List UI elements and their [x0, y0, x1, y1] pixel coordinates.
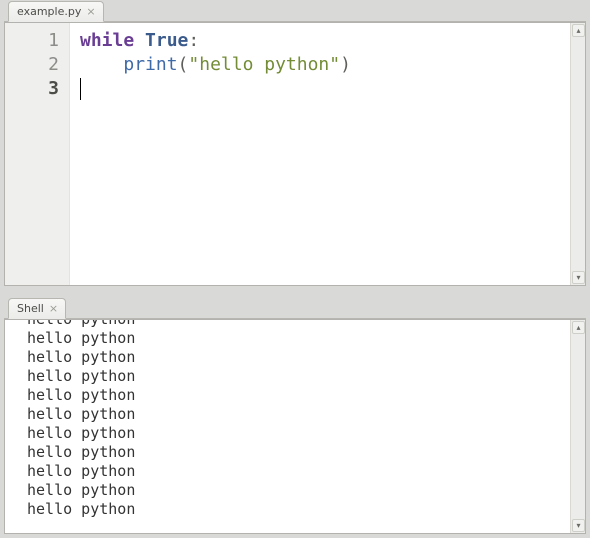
shell-output-line: hello python: [27, 443, 570, 462]
line-number: 1: [5, 29, 59, 53]
shell-tab-row: Shell ×: [4, 297, 586, 319]
line-number: 3: [5, 77, 59, 101]
scroll-up-icon[interactable]: ▴: [572, 321, 585, 334]
close-icon[interactable]: ×: [49, 303, 58, 314]
tab-label: example.py: [17, 5, 81, 18]
shell-output-line: hello python: [27, 367, 570, 386]
shell-output-line: hello python: [27, 500, 570, 519]
shell-output-line: hello python: [27, 329, 570, 348]
shell-output-line: hello python: [27, 386, 570, 405]
editor-tab-row: example.py ×: [4, 0, 586, 22]
shell-output-line: hello python: [27, 424, 570, 443]
code-area[interactable]: while True: print("hello python"): [70, 23, 570, 285]
scroll-down-icon[interactable]: ▾: [572, 519, 585, 532]
editor-panel: example.py × 123 while True: print("hell…: [4, 0, 586, 286]
line-number-gutter: 123: [5, 23, 70, 285]
editor-scrollbar[interactable]: ▴ ▾: [570, 23, 585, 285]
close-icon[interactable]: ×: [86, 6, 95, 17]
shell-output-line: hello python: [27, 405, 570, 424]
shell-panel: Shell × hello pythonhello pythonhello py…: [4, 297, 586, 534]
shell-output-line: hello python: [27, 462, 570, 481]
scroll-up-icon[interactable]: ▴: [572, 24, 585, 37]
scroll-down-icon[interactable]: ▾: [572, 271, 585, 284]
shell-output-line: hello python: [27, 320, 570, 329]
tab-example-py[interactable]: example.py ×: [8, 1, 104, 22]
code-line: while True:: [80, 29, 564, 53]
panel-divider[interactable]: [4, 286, 586, 297]
shell-output-line: hello python: [27, 348, 570, 367]
shell-pane: hello pythonhello pythonhello pythonhell…: [4, 319, 586, 534]
tab-shell[interactable]: Shell ×: [8, 298, 66, 319]
shell-output[interactable]: hello pythonhello pythonhello pythonhell…: [5, 320, 570, 533]
shell-scrollbar[interactable]: ▴ ▾: [570, 320, 585, 533]
editor-caret: [80, 78, 81, 100]
shell-output-line: hello python: [27, 481, 570, 500]
code-line: print("hello python"): [80, 53, 564, 77]
editor-pane: 123 while True: print("hello python") ▴ …: [4, 22, 586, 286]
tab-label: Shell: [17, 302, 44, 315]
line-number: 2: [5, 53, 59, 77]
